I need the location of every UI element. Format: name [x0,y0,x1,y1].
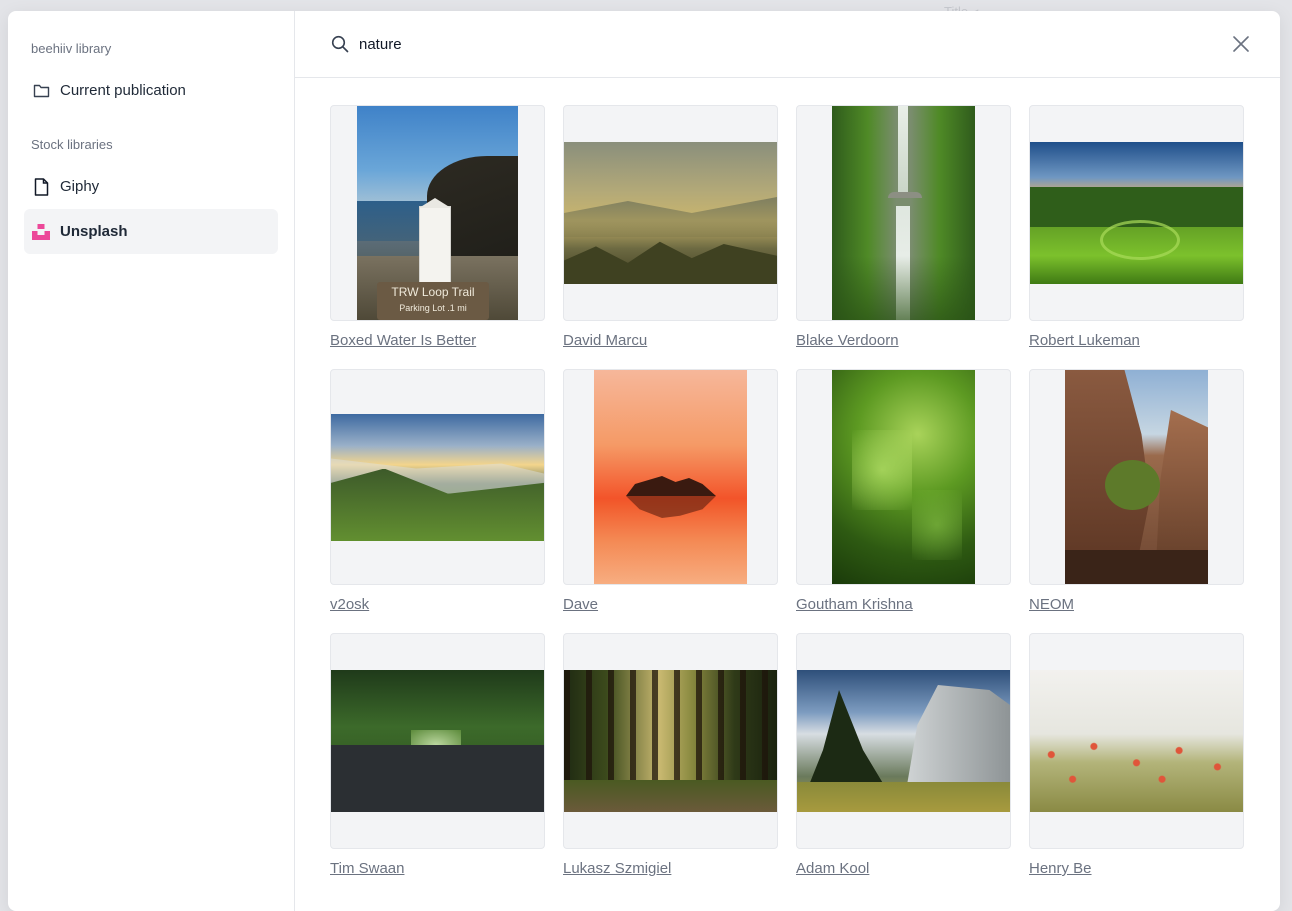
photo-image [1065,370,1208,584]
sidebar-item-current-publication[interactable]: Current publication [24,68,278,113]
photo-card: Dave [563,369,778,633]
photo-credit-link[interactable]: Henry Be [1029,860,1244,877]
photo-thumbnail[interactable] [796,633,1011,849]
photo-image [1030,670,1243,812]
sidebar: beehiiv library Current publication Stoc… [8,11,295,911]
photo-thumbnail[interactable] [796,369,1011,585]
photo-image [331,670,544,812]
media-library-modal: beehiiv library Current publication Stoc… [8,11,1280,911]
photo-credit-link[interactable]: Dave [563,596,778,613]
photo-image [564,142,777,284]
sign-line-1: TRW Loop Trail [391,285,475,299]
photo-thumbnail[interactable] [563,369,778,585]
photo-grid: TRW Loop Trail Parking Lot .1 mi Boxed W… [295,78,1280,897]
photo-image [594,370,747,584]
search-icon [331,35,349,53]
photo-thumbnail[interactable]: TRW Loop Trail Parking Lot .1 mi [330,105,545,321]
file-icon [32,177,50,196]
close-icon [1233,36,1249,52]
photo-image [564,670,777,812]
photo-card: TRW Loop Trail Parking Lot .1 mi Boxed W… [330,105,545,369]
photo-card: NEOM [1029,369,1244,633]
sidebar-item-label: Giphy [60,178,100,195]
photo-thumbnail[interactable] [563,105,778,321]
sidebar-item-giphy[interactable]: Giphy [24,164,278,209]
photo-credit-link[interactable]: Lukasz Szmigiel [563,860,778,877]
photo-credit-link[interactable]: Boxed Water Is Better [330,332,545,349]
close-button[interactable] [1230,33,1252,55]
stock-section-label: Stock libraries [31,137,113,152]
photo-thumbnail[interactable] [330,369,545,585]
photo-credit-link[interactable]: Blake Verdoorn [796,332,1011,349]
photo-credit-link[interactable]: Robert Lukeman [1029,332,1244,349]
photo-card: Robert Lukeman [1029,105,1244,369]
sidebar-item-label: Current publication [60,82,186,99]
sign-line-2: Parking Lot .1 mi [399,303,467,313]
photo-thumbnail[interactable] [330,633,545,849]
photo-credit-link[interactable]: Goutham Krishna [796,596,1011,613]
photo-image [832,370,975,584]
photo-thumbnail[interactable] [1029,369,1244,585]
sidebar-item-unsplash[interactable]: Unsplash [24,209,278,254]
photo-card: Goutham Krishna [796,369,1011,633]
photo-image [832,106,975,320]
photo-credit-link[interactable]: David Marcu [563,332,778,349]
main-panel: TRW Loop Trail Parking Lot .1 mi Boxed W… [295,11,1280,911]
photo-image [797,670,1010,812]
folder-icon [32,82,50,100]
photo-credit-link[interactable]: Adam Kool [796,860,1011,877]
photo-image [1030,142,1243,284]
photo-image [331,413,544,541]
search-bar [295,11,1280,78]
unsplash-icon [32,223,50,241]
photo-credit-link[interactable]: v2osk [330,596,545,613]
photo-thumbnail[interactable] [1029,633,1244,849]
photo-card: Lukasz Szmigiel [563,633,778,897]
photo-credit-link[interactable]: NEOM [1029,596,1244,613]
photo-card: Henry Be [1029,633,1244,897]
sidebar-item-label: Unsplash [60,223,128,240]
photo-card: Adam Kool [796,633,1011,897]
photo-image: TRW Loop Trail Parking Lot .1 mi [357,106,518,320]
search-input[interactable] [359,35,1230,53]
library-section-label: beehiiv library [31,41,112,56]
photo-thumbnail[interactable] [1029,105,1244,321]
photo-credit-link[interactable]: Tim Swaan [330,860,545,877]
photo-thumbnail[interactable] [796,105,1011,321]
photo-card: Blake Verdoorn [796,105,1011,369]
photo-card: v2osk [330,369,545,633]
photo-card: Tim Swaan [330,633,545,897]
photo-thumbnail[interactable] [563,633,778,849]
photo-card: David Marcu [563,105,778,369]
